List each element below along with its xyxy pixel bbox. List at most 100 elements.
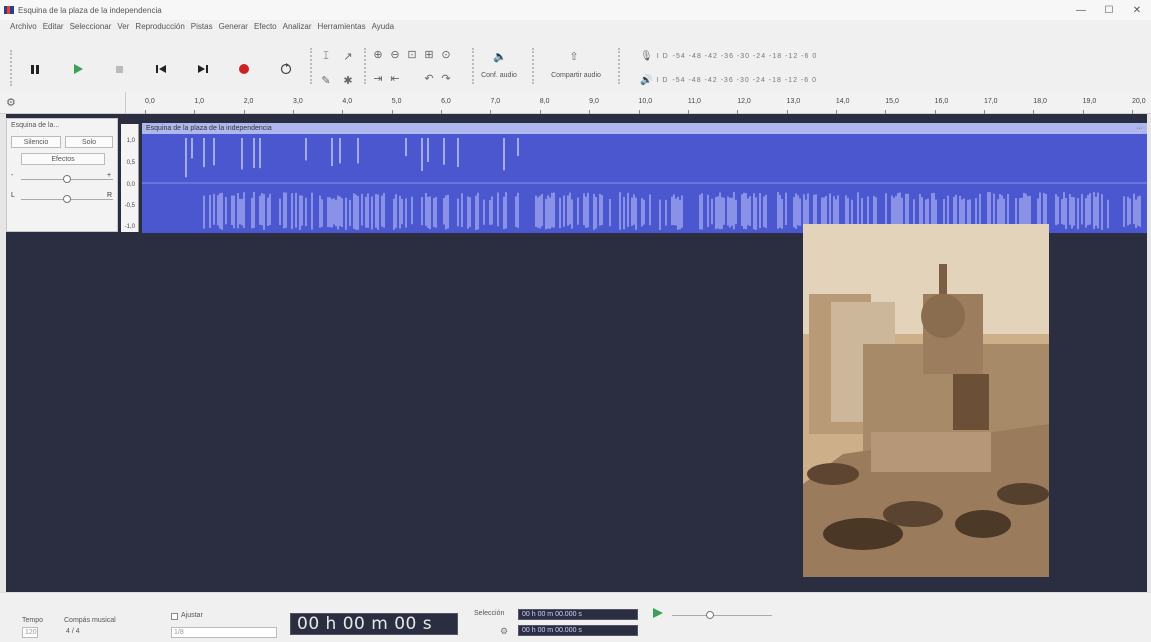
- time-display[interactable]: 00 h 00 m 00 s: [290, 613, 458, 635]
- ruler-tick: 1,0: [194, 98, 205, 114]
- silence-icon[interactable]: ⇤: [387, 70, 403, 86]
- gain-max-label: +: [107, 172, 112, 179]
- loop-icon: [280, 63, 292, 75]
- playback-meter[interactable]: 🔊 I D -54 -48 -42 -36 -30 -24 -18 -12 -6…: [640, 74, 817, 86]
- share-audio-button[interactable]: Compartir audio: [542, 72, 610, 79]
- menu-herramientas[interactable]: Herramientas: [318, 22, 366, 31]
- snap-checkbox[interactable]: [171, 613, 178, 620]
- menu-seleccionar[interactable]: Seleccionar: [70, 22, 112, 31]
- zoom-toggle-icon[interactable]: ⊙: [438, 46, 454, 62]
- amplitude-label: 0,0: [126, 182, 135, 188]
- pan-left-label: L: [11, 192, 15, 199]
- zoom-out-icon[interactable]: ⊖: [387, 46, 403, 62]
- selection-toolbar: Tempo 120 Compás musical 4 / 4 Ajustar 1…: [0, 592, 1151, 642]
- solo-button[interactable]: Solo: [65, 136, 113, 148]
- timeline-ruler[interactable]: ⚙ 0,0 1,0 2,0 3,0 4,0 5,0 6,0 7,0 8,0 9,0 10,0 11,0…: [0, 92, 1151, 114]
- clip-menu-button[interactable]: ···: [1136, 123, 1143, 134]
- redo-icon[interactable]: ↷: [438, 70, 454, 86]
- window-title: Esquina de la plaza de la independencia: [18, 5, 162, 15]
- envelope-tool-icon[interactable]: ↗: [340, 48, 356, 64]
- skip-end-icon: [198, 65, 208, 73]
- microphone-icon: 🎙: [640, 50, 653, 62]
- menu-editar[interactable]: Editar: [43, 22, 64, 31]
- multi-tool-icon[interactable]: ✱: [340, 72, 356, 88]
- toolbar-grip[interactable]: [10, 50, 14, 86]
- selection-end-field[interactable]: 00 h 00 m 00.000 s: [518, 625, 638, 636]
- menu-reproduccion[interactable]: Reproducción: [135, 22, 184, 31]
- waveform[interactable]: [142, 134, 1147, 233]
- selection-label: Selección: [474, 610, 505, 617]
- clip-title[interactable]: Esquina de la plaza de la independencia: [142, 123, 1147, 134]
- timeline-options-icon[interactable]: ⚙: [6, 96, 16, 109]
- undo-icon[interactable]: ↶: [421, 70, 437, 86]
- menu-analizar[interactable]: Analizar: [283, 22, 312, 31]
- pan-slider-knob[interactable]: [63, 195, 71, 203]
- menu-ayuda[interactable]: Ayuda: [372, 22, 395, 31]
- playback-speed-slider[interactable]: [672, 611, 772, 619]
- play-button[interactable]: [62, 53, 94, 85]
- toolbar-grip[interactable]: [618, 48, 622, 84]
- menu-archivo[interactable]: Archivo: [10, 22, 37, 31]
- fit-project-icon[interactable]: ⊞: [421, 46, 437, 62]
- close-button[interactable]: ✕: [1123, 0, 1151, 20]
- selection-tool-icon[interactable]: 𝙸: [318, 48, 334, 64]
- playback-speed-knob[interactable]: [706, 611, 714, 619]
- pause-button[interactable]: [19, 53, 51, 85]
- toolbar-grip[interactable]: [532, 48, 536, 84]
- ruler-tick: 13,0: [786, 98, 801, 114]
- loop-button[interactable]: [270, 53, 302, 85]
- tempo-input[interactable]: 120: [22, 627, 38, 638]
- ruler-tick: 4,0: [342, 98, 353, 114]
- effects-button[interactable]: Efectos: [21, 153, 105, 165]
- selection-options-icon[interactable]: ⚙: [500, 626, 508, 637]
- record-button[interactable]: [228, 53, 260, 85]
- fit-selection-icon[interactable]: ⊡: [404, 46, 420, 62]
- toolbar: 𝙸 ↗ ✎ ✱ ⊕ ⊖ ⊡ ⊞ ⊙ ⇥ ⇤ ↶ ↷ 🔈 Conf. audio …: [0, 36, 1151, 92]
- ruler-tick: 6,0: [441, 98, 451, 114]
- audio-clip[interactable]: Esquina de la plaza de la independencia …: [142, 123, 1147, 233]
- skip-to-end-button[interactable]: [187, 53, 219, 85]
- snap-select[interactable]: 1/8: [171, 627, 277, 638]
- zoom-in-icon[interactable]: ⊕: [370, 46, 386, 62]
- trim-icon[interactable]: ⇥: [370, 70, 386, 86]
- ruler-tick: 8,0: [539, 98, 550, 114]
- amplitude-label: -0,5: [124, 203, 135, 209]
- minimize-button[interactable]: —: [1067, 0, 1095, 20]
- maximize-button[interactable]: ☐: [1095, 0, 1123, 20]
- gain-slider[interactable]: [21, 175, 113, 183]
- track-name-menu[interactable]: Esquina de la...: [11, 122, 59, 129]
- pan-right-label: R: [107, 192, 113, 199]
- audio-setup-button[interactable]: Conf. audio: [474, 72, 524, 79]
- share-icon[interactable]: ⇧: [566, 48, 582, 64]
- toolbar-grip[interactable]: [364, 48, 368, 84]
- amplitude-scale: 1,0 0,5 0,0 -0,5 -1,0: [121, 124, 139, 232]
- ruler-tick: 14,0: [835, 98, 850, 114]
- draw-tool-icon[interactable]: ✎: [318, 72, 334, 88]
- skip-start-icon: [156, 65, 166, 73]
- skip-to-start-button[interactable]: [145, 53, 177, 85]
- mute-button[interactable]: Silencio: [11, 136, 61, 148]
- ruler-tick: 11,0: [687, 98, 701, 114]
- pan-slider[interactable]: [21, 195, 113, 203]
- stop-button[interactable]: [103, 53, 135, 85]
- toolbar-grip[interactable]: [310, 48, 314, 84]
- play-at-speed-button[interactable]: [652, 607, 666, 621]
- snap-label: Ajustar: [181, 612, 203, 619]
- record-icon: [239, 64, 249, 74]
- speaker-icon[interactable]: 🔈: [488, 48, 512, 64]
- menu-ver[interactable]: Ver: [117, 22, 129, 31]
- selection-start-field[interactable]: 00 h 00 m 00.000 s: [518, 609, 638, 620]
- menu-generar[interactable]: Generar: [219, 22, 248, 31]
- menu-pistas[interactable]: Pistas: [191, 22, 213, 31]
- speaker-meter-icon: 🔊: [640, 74, 653, 86]
- menu-efecto[interactable]: Efecto: [254, 22, 277, 31]
- track-control-panel: Esquina de la... Silencio Solo Efectos -…: [6, 118, 118, 232]
- playback-meter-channels: I D: [656, 76, 669, 84]
- record-meter[interactable]: 🎙 I D -54 -48 -42 -36 -30 -24 -18 -12 -6…: [640, 50, 817, 62]
- stop-icon: [116, 66, 123, 73]
- gain-slider-knob[interactable]: [63, 175, 71, 183]
- ruler-tick: 9,0: [589, 98, 599, 114]
- ruler-tick: 5,0: [391, 98, 402, 114]
- ruler-tick: 17,0: [983, 98, 998, 114]
- time-signature-input[interactable]: 4 / 4: [64, 627, 122, 638]
